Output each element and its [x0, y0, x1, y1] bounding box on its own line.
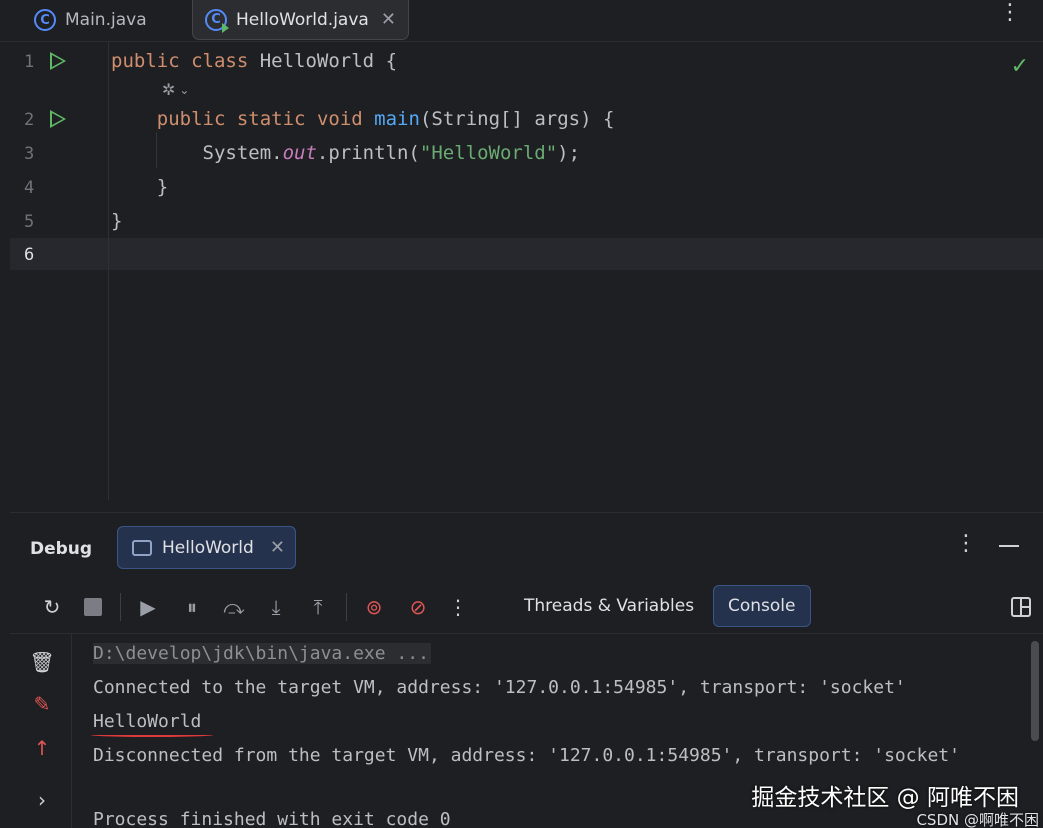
session-label: HelloWorld — [162, 537, 254, 558]
code-line-2: public static void main(String[] args) { — [156, 108, 615, 130]
checkmark-icon[interactable]: ✓ — [1011, 54, 1029, 79]
clear-highlight-icon[interactable]: ✎ — [30, 692, 54, 716]
watermark-sub: CSDN @啊唯不困 — [916, 811, 1039, 828]
console-scrollbar[interactable] — [1031, 641, 1039, 741]
close-icon[interactable]: ✕ — [270, 537, 285, 558]
debug-title: Debug — [30, 539, 93, 559]
mute-breakpoints-icon[interactable]: ⊘ — [406, 595, 430, 619]
console-disconnected-line: Disconnected from the target VM, address… — [93, 745, 960, 766]
resume-program-icon[interactable]: ▶ — [136, 595, 160, 619]
line-number: 2 — [24, 110, 35, 130]
console-command-line: D:\develop\jdk\bin\java.exe ... — [93, 643, 431, 664]
view-breakpoints-icon[interactable]: ⊚ — [362, 595, 386, 619]
code-line-3: System.out.println("HelloWorld"); — [202, 142, 581, 164]
minimize-icon[interactable] — [999, 545, 1019, 547]
more-options-icon[interactable]: ⋮ — [446, 595, 470, 619]
tab-helloworld-java[interactable]: C HelloWorld.java ✕ — [192, 0, 409, 40]
more-options-icon[interactable]: ⋮ — [999, 2, 1021, 24]
tab-console[interactable]: Console — [713, 585, 811, 627]
line-number: 4 — [24, 178, 35, 198]
ai-assistant-hint[interactable]: ✲ ⌄ — [162, 80, 189, 99]
step-over-icon[interactable]: ⤼ — [222, 595, 246, 619]
stop-icon[interactable] — [81, 595, 105, 619]
run-gutter-icon[interactable] — [50, 52, 66, 70]
ai-sparkle-icon: ✲ — [162, 80, 176, 99]
chevron-down-icon: ⌄ — [179, 82, 190, 97]
console-side-toolbar: 🗑 ✎ ↑ › — [10, 634, 72, 828]
line-number: 3 — [24, 144, 35, 164]
code-editor[interactable]: 1 2 3 4 5 6 public class HelloWorld { ✲ … — [10, 42, 1043, 500]
code-line-4: } — [156, 176, 169, 198]
console-divider — [10, 633, 1043, 634]
console-connected-line: Connected to the target VM, address: '12… — [93, 677, 906, 698]
line-number: 1 — [24, 52, 35, 72]
tab-main-java[interactable]: C Main.java — [22, 0, 159, 40]
rerun-debug-icon[interactable]: ↻ — [40, 595, 64, 619]
chevron-right-icon[interactable]: › — [30, 788, 54, 812]
console-program-output: HelloWorld — [91, 707, 213, 737]
console-output[interactable]: D:\develop\jdk\bin\java.exe ... Connecte… — [91, 635, 960, 828]
current-line-highlight — [10, 238, 1043, 270]
tab-label: HelloWorld.java — [236, 9, 369, 30]
toolbar-separator — [120, 593, 121, 621]
code-line-1: public class HelloWorld { — [111, 50, 398, 72]
more-options-icon[interactable]: ⋮ — [955, 533, 977, 555]
debug-toolbar: ↻ ▶ ⏸ ⤼ ⤓ ⤒ ⊚ ⊘ ⋮ Threads & Variables Co… — [10, 583, 1043, 631]
step-into-icon[interactable]: ⤓ — [264, 595, 288, 619]
line-number: 6 — [24, 245, 35, 265]
step-out-icon[interactable]: ⤒ — [306, 595, 330, 619]
layout-settings-icon[interactable] — [1011, 597, 1031, 617]
debug-tool-window: Debug HelloWorld ✕ ⋮ ↻ ▶ ⏸ ⤼ ⤓ ⤒ ⊚ ⊘ ⋮ T… — [10, 512, 1043, 828]
trash-icon[interactable]: 🗑 — [29, 650, 54, 674]
java-class-icon: C — [34, 9, 56, 31]
close-icon[interactable]: ✕ — [381, 9, 396, 30]
watermark: 掘金技术社区 @ 阿唯不困 — [751, 785, 1019, 811]
tab-threads-variables[interactable]: Threads & Variables — [510, 585, 708, 627]
terminal-icon — [132, 539, 152, 556]
red-underline-annotation — [91, 733, 213, 737]
toolbar-separator — [346, 593, 347, 621]
code-line-5: } — [111, 210, 123, 232]
java-class-run-icon: C — [205, 8, 229, 33]
arrow-up-icon[interactable]: ↑ — [30, 736, 54, 760]
gutter-divider — [108, 42, 109, 500]
editor-tab-bar: C Main.java C HelloWorld.java ✕ ⋮ — [0, 0, 1043, 42]
pause-icon[interactable]: ⏸ — [180, 595, 204, 619]
console-process-finished-line: Process finished with exit code 0 — [93, 809, 451, 828]
run-gutter-icon[interactable] — [50, 110, 66, 128]
line-number: 5 — [24, 212, 35, 232]
debug-session-tab[interactable]: HelloWorld ✕ — [117, 526, 296, 569]
tab-label: Main.java — [65, 10, 147, 30]
